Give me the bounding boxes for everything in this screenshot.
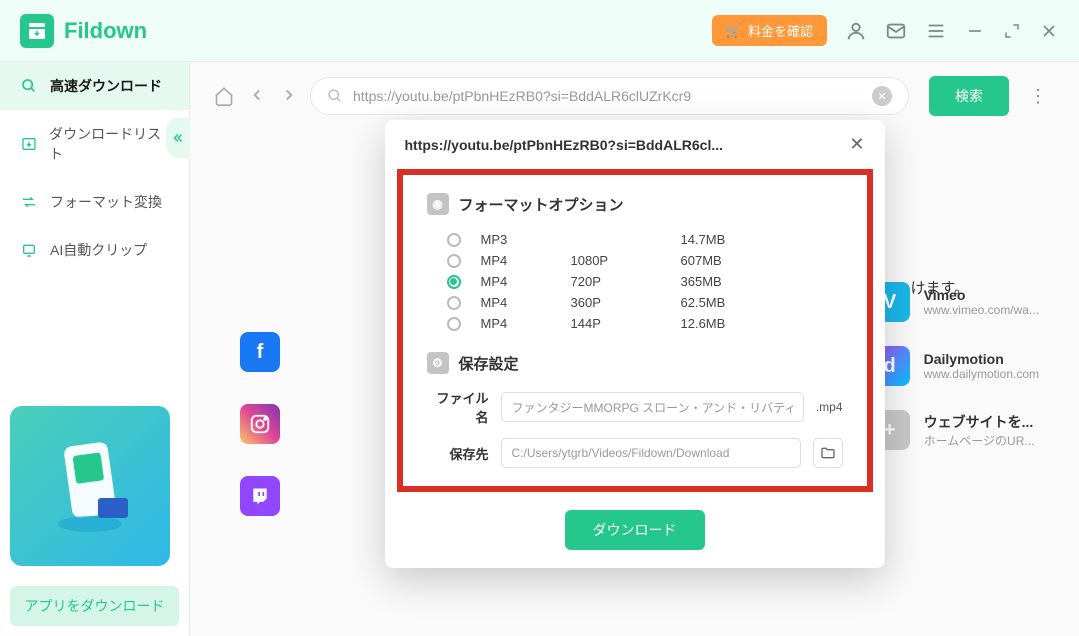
- cart-icon: 🛒: [726, 23, 742, 39]
- maximize-icon[interactable]: [1003, 22, 1021, 40]
- format-type: MP4: [481, 253, 571, 268]
- file-ext: .mp4: [816, 400, 843, 414]
- modal-overlay: https://youtu.be/ptPbnHEzRB0?si=BddALR6c…: [190, 62, 1079, 636]
- format-type: MP4: [481, 316, 571, 331]
- format-size: 365MB: [681, 274, 722, 289]
- filename-label: ファイル名: [427, 388, 489, 426]
- collapse-sidebar-button[interactable]: [166, 118, 190, 158]
- radio-button[interactable]: [447, 233, 461, 247]
- format-resolution: 360P: [571, 295, 681, 310]
- close-icon[interactable]: [1039, 21, 1059, 41]
- app-logo: Fildown: [20, 14, 147, 48]
- gear-icon: ⚙: [427, 352, 449, 374]
- sidebar-item-download-list[interactable]: ダウンロードリスト: [0, 110, 189, 178]
- mail-icon[interactable]: [885, 20, 907, 42]
- format-option-row[interactable]: MP3 14.7MB: [427, 229, 843, 250]
- format-option-row[interactable]: MP4 144P 12.6MB: [427, 313, 843, 334]
- promo-area: [0, 396, 189, 576]
- format-section-title: ◉ フォーマットオプション: [427, 193, 843, 215]
- app-download-button[interactable]: アプリをダウンロード: [10, 586, 179, 626]
- radio-button[interactable]: [447, 275, 461, 289]
- radio-button[interactable]: [447, 296, 461, 310]
- main-content: ✕ 検索 ⋮ ！つけます。 f V Vimeowww.vimeo.com/wa.…: [190, 62, 1079, 636]
- titlebar: Fildown 🛒 料金を確認: [0, 0, 1079, 62]
- sidebar-item-ai-clip[interactable]: AI自動クリップ: [0, 226, 189, 274]
- format-size: 62.5MB: [681, 295, 726, 310]
- sidebar-item-label: フォーマット変換: [50, 192, 162, 212]
- promo-graphic: [10, 406, 170, 566]
- convert-icon: [20, 193, 38, 211]
- format-option-row[interactable]: MP4 360P 62.5MB: [427, 292, 843, 313]
- download-options-modal: https://youtu.be/ptPbnHEzRB0?si=BddALR6c…: [385, 120, 885, 568]
- search-icon: [20, 77, 38, 95]
- sidebar-item-fast-download[interactable]: 高速ダウンロード: [0, 62, 189, 110]
- savepath-input[interactable]: [501, 438, 801, 468]
- format-option-row[interactable]: MP4 1080P 607MB: [427, 250, 843, 271]
- format-type: MP4: [481, 295, 571, 310]
- sidebar-item-label: ダウンロードリスト: [49, 124, 169, 164]
- ai-icon: [20, 241, 38, 259]
- sidebar-item-label: AI自動クリップ: [50, 240, 147, 260]
- savepath-label: 保存先: [427, 444, 489, 463]
- minimize-icon[interactable]: [965, 21, 985, 41]
- download-button[interactable]: ダウンロード: [565, 510, 705, 550]
- browse-folder-button[interactable]: [813, 438, 843, 468]
- format-type: MP3: [481, 232, 571, 247]
- format-resolution: 1080P: [571, 253, 681, 268]
- format-size: 12.6MB: [681, 316, 726, 331]
- radio-button[interactable]: [447, 317, 461, 331]
- app-name: Fildown: [64, 18, 147, 44]
- format-type: MP4: [481, 274, 571, 289]
- sidebar: 高速ダウンロード ダウンロードリスト フォーマット変換 AI自動クリップ アプリ…: [0, 62, 190, 636]
- filename-input[interactable]: [501, 392, 804, 422]
- sidebar-item-label: 高速ダウンロード: [50, 76, 162, 96]
- format-size: 607MB: [681, 253, 722, 268]
- fee-confirm-button[interactable]: 🛒 料金を確認: [712, 15, 827, 46]
- format-resolution: 720P: [571, 274, 681, 289]
- radio-button[interactable]: [447, 254, 461, 268]
- menu-icon[interactable]: [925, 20, 947, 42]
- format-resolution: 144P: [571, 316, 681, 331]
- save-section-title: ⚙ 保存設定: [427, 352, 843, 374]
- format-size: 14.7MB: [681, 232, 726, 247]
- fee-label: 料金を確認: [748, 21, 813, 40]
- sidebar-item-format-convert[interactable]: フォーマット変換: [0, 178, 189, 226]
- format-option-row[interactable]: MP4 720P 365MB: [427, 271, 843, 292]
- disc-icon: ◉: [427, 193, 449, 215]
- list-icon: [20, 135, 37, 153]
- logo-icon: [20, 14, 54, 48]
- user-icon[interactable]: [845, 20, 867, 42]
- modal-close-icon[interactable]: ✕: [849, 134, 864, 155]
- modal-title: https://youtu.be/ptPbnHEzRB0?si=BddALR6c…: [405, 137, 724, 153]
